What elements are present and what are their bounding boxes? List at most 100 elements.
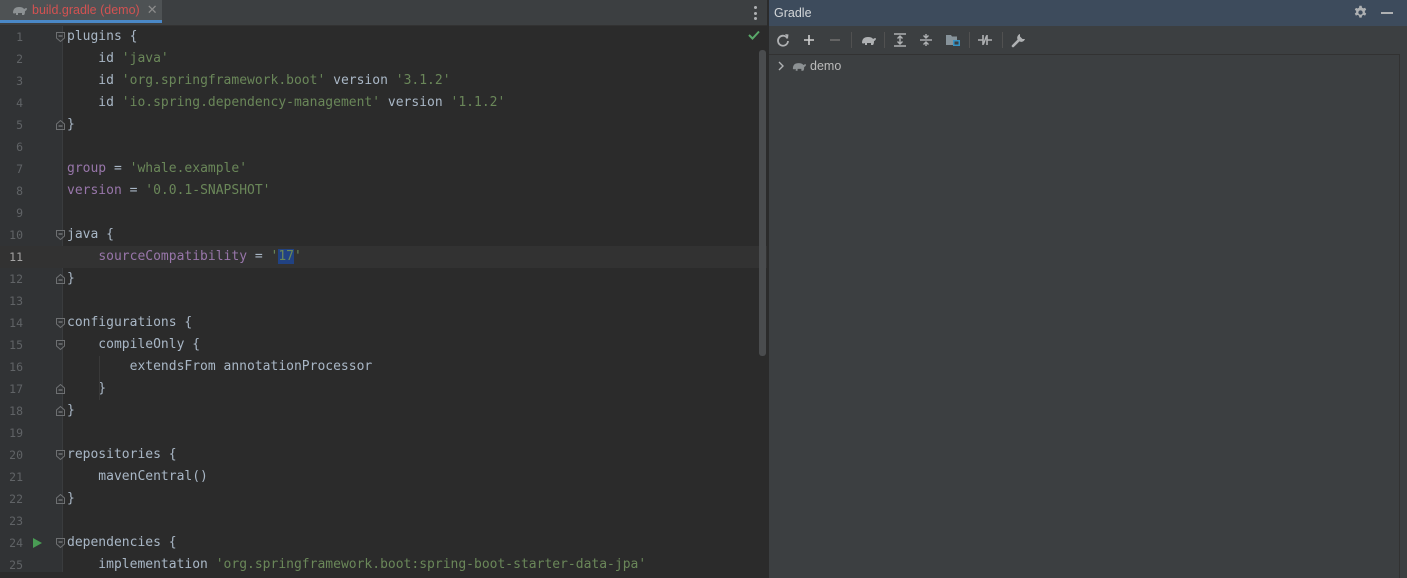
fold-close-icon[interactable] [56,494,65,504]
line-number: 13 [9,294,23,308]
code-line[interactable]: 3 id 'org.springframework.boot' version … [0,70,767,92]
fold-close-icon[interactable] [56,120,65,130]
fold-open-icon[interactable] [56,538,65,548]
fold-open-icon[interactable] [56,340,65,350]
code-line[interactable]: 13 [0,290,767,312]
code-text[interactable]: mavenCentral() [67,466,208,488]
toggle-offline-mode-icon[interactable] [976,31,994,49]
code-line[interactable]: 18} [0,400,767,422]
close-icon[interactable]: ✕ [147,2,158,18]
string-literal: 'io.spring.dependency-management' [121,95,381,110]
string-literal: 'whale.example' [129,161,248,176]
panel-title: Gradle [774,6,812,20]
string-literal: '1.1.2' [450,95,506,110]
code-text[interactable]: extendsFrom annotationProcessor [67,356,373,378]
gradle-tool-window: Gradle demo [769,0,1407,578]
code-text[interactable]: plugins { [67,26,137,48]
code-line[interactable]: 19 [0,422,767,444]
scrollbar-thumb[interactable] [759,50,766,356]
reload-all-icon[interactable] [774,31,792,49]
line-number: 2 [16,52,23,66]
expand-all-icon[interactable] [891,31,909,49]
run-gutter-icon[interactable] [33,538,42,548]
gradle-toolbar [769,26,1407,55]
minimize-icon[interactable] [1381,12,1393,14]
property-token: group [67,161,107,176]
code-text[interactable]: java { [67,224,114,246]
code-line[interactable]: 17 } [0,378,767,400]
code-line[interactable]: 20 repositories { [0,444,767,466]
chevron-right-icon[interactable] [776,61,786,71]
code-line[interactable]: 7 group = 'whale.example' [0,158,767,180]
line-number: 17 [9,382,23,396]
code-text[interactable]: id 'io.spring.dependency-management' ver… [67,92,505,114]
code-token: extendsFrom annotationProcessor [67,359,373,374]
code-token: } [67,117,75,132]
code-line[interactable]: 14 configurations { [0,312,767,334]
code-text[interactable]: id 'org.springframework.boot' version '3… [67,70,451,92]
more-vertical-icon[interactable] [749,4,761,22]
fold-open-icon[interactable] [56,32,65,42]
tree-item-demo[interactable]: demo [769,56,1399,76]
code-line[interactable]: 4 id 'io.spring.dependency-management' v… [0,92,767,114]
code-line[interactable]: 10 java { [0,224,767,246]
code-text[interactable]: } [67,400,75,422]
code-line[interactable]: 6 [0,136,767,158]
fold-open-icon[interactable] [56,450,65,460]
code-editor[interactable]: build.gradle (demo) ✕ 1 plugins {2 id 'ja… [0,0,767,578]
code-line[interactable]: 24 dependencies { [0,532,767,554]
line-number: 24 [9,536,23,550]
code-line[interactable]: 9 [0,202,767,224]
code-text[interactable]: group = 'whale.example' [67,158,247,180]
code-text[interactable]: id 'java' [67,48,168,70]
line-number: 21 [9,470,23,484]
line-number: 14 [9,316,23,330]
code-text[interactable]: } [67,114,75,136]
horizontal-scrollbar[interactable] [0,572,767,578]
fold-close-icon[interactable] [56,406,65,416]
add-icon[interactable] [800,31,818,49]
code-text[interactable]: repositories { [67,444,177,466]
code-line[interactable]: 15 compileOnly { [0,334,767,356]
line-number: 10 [9,228,23,242]
code-line[interactable]: 5} [0,114,767,136]
fold-open-icon[interactable] [56,318,65,328]
code-token: implementation [67,557,216,572]
code-line[interactable]: 8 version = '0.0.1-SNAPSHOT' [0,180,767,202]
code-text[interactable]: sourceCompatibility = '17' [67,246,302,268]
code-token: configurations { [67,315,193,330]
code-line[interactable]: 16 extendsFrom annotationProcessor [0,356,767,378]
string-literal: 'org.springframework.boot:spring-boot-st… [215,557,647,572]
code-text[interactable]: compileOnly { [67,334,200,356]
code-text[interactable]: dependencies { [67,532,177,554]
code-line[interactable]: 11 sourceCompatibility = '17' [0,246,767,268]
code-text[interactable]: version = '0.0.1-SNAPSHOT' [67,180,271,202]
code-line[interactable]: 23 [0,510,767,532]
execute-gradle-task-icon[interactable] [859,31,877,49]
code-line[interactable]: 21 mavenCentral() [0,466,767,488]
build-tool-settings-icon[interactable] [1010,31,1028,49]
code-text[interactable]: } [67,268,75,290]
property-token: version [67,183,122,198]
code-line[interactable]: 1 plugins { [0,26,767,48]
string-literal: '3.1.2' [395,73,451,88]
remove-icon[interactable] [826,31,844,49]
editor-tab-bar: build.gradle (demo) ✕ [0,0,767,26]
fold-open-icon[interactable] [56,230,65,240]
code-text[interactable]: } [67,488,75,510]
code-line[interactable]: 2 id 'java' [0,48,767,70]
code-token: version [325,73,396,88]
code-line[interactable]: 22} [0,488,767,510]
tab-build-gradle[interactable]: build.gradle (demo) ✕ [0,0,162,23]
tab-label: build.gradle (demo) [32,3,140,17]
collapse-all-icon[interactable] [917,31,935,49]
gear-icon[interactable] [1353,5,1368,20]
fold-close-icon[interactable] [56,384,65,394]
line-number: 3 [16,74,23,88]
fold-close-icon[interactable] [56,274,65,284]
code-line[interactable]: 12} [0,268,767,290]
code-text[interactable]: } [67,378,106,400]
analyze-dependencies-icon[interactable] [944,31,962,49]
code-token: version [380,95,451,110]
code-text[interactable]: configurations { [67,312,192,334]
